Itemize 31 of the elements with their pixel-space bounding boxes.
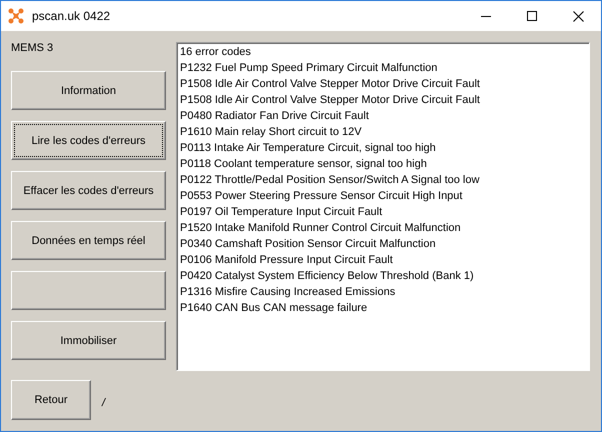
maximize-icon[interactable] (527, 11, 537, 21)
error-code-list[interactable] (176, 42, 590, 371)
list-item[interactable]: P0553 Power Steering Pressure Sensor Circuit High Input (180, 188, 586, 204)
list-item[interactable]: P1610 Main relay Short circuit to 12V (180, 124, 586, 140)
status-text: / (102, 396, 106, 409)
list-item[interactable]: P1508 Idle Air Control Valve Stepper Motor Drive Circuit Fault (180, 92, 586, 108)
list-item[interactable]: P1232 Fuel Pump Speed Primary Circuit Malfunction (180, 60, 586, 76)
list-item[interactable]: P1640 CAN Bus CAN message failure (180, 300, 586, 316)
menu-button[interactable]: Information (11, 71, 166, 110)
ecu-label: MEMS 3 (11, 41, 54, 56)
menu-button[interactable]: Immobiliser (11, 321, 166, 360)
close-icon[interactable] (572, 10, 584, 22)
list-item[interactable]: P0122 Throttle/Pedal Position Sensor/Switch A Signal too low (180, 172, 586, 188)
list-item[interactable]: P0113 Intake Air Temperature Circuit, signal too high (180, 140, 586, 156)
list-item[interactable]: P0106 Manifold Pressure Input Circuit Fault (180, 252, 586, 268)
menu-button[interactable] (11, 271, 166, 310)
menu-button[interactable]: Lire les codes d'erreurs (11, 121, 166, 160)
list-item[interactable]: P1316 Misfire Causing Increased Emissions (180, 284, 586, 300)
list-item[interactable]: P0118 Coolant temperature sensor, signal too high (180, 156, 586, 172)
window-title: pscan.uk 0422 (32, 9, 112, 23)
list-item[interactable]: P1508 Idle Air Control Valve Stepper Motor Drive Circuit Fault (180, 76, 586, 92)
list-item[interactable]: P0480 Radiator Fan Drive Circuit Fault (180, 108, 586, 124)
list-item[interactable]: P0197 Oil Temperature Input Circuit Fault (180, 204, 586, 220)
list-item[interactable]: 16 error codes (180, 44, 586, 60)
back-button[interactable]: Retour (11, 380, 91, 420)
list-item[interactable]: P0420 Catalyst System Efficiency Below Threshold (Bank 1) (180, 268, 586, 284)
app-logo-icon (8, 8, 24, 24)
list-item[interactable]: P0340 Camshaft Position Sensor Circuit Malfunction (180, 236, 586, 252)
menu-button[interactable]: Données en temps réel (11, 221, 166, 260)
list-item[interactable]: P1520 Intake Manifold Runner Control Circuit Malfunction (180, 220, 586, 236)
menu-button[interactable]: Effacer les codes d'erreurs (11, 171, 166, 210)
